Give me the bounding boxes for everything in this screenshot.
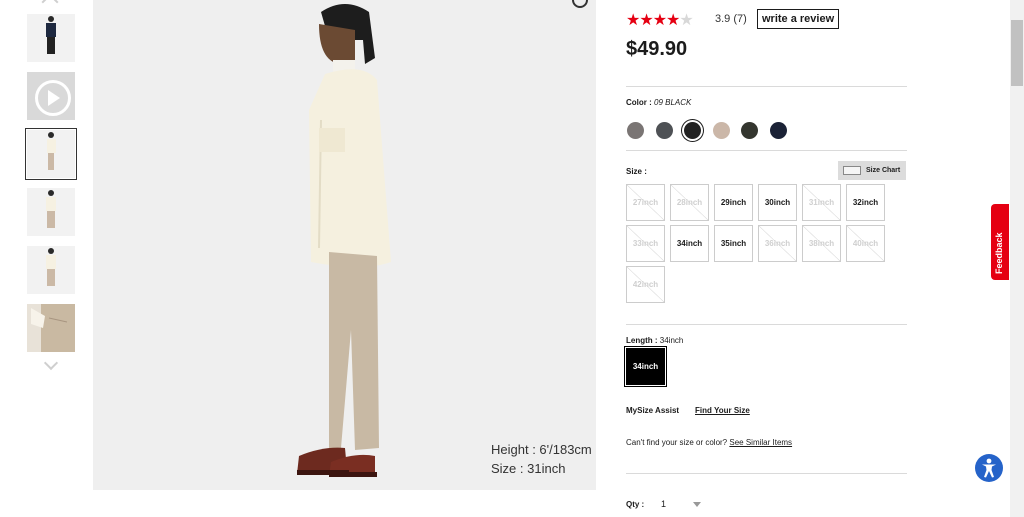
size-option[interactable]: 33inch <box>626 225 665 262</box>
rating-summary[interactable]: 3.9 (7) <box>715 13 747 25</box>
size-help-text: Can't find your size or color? <box>626 438 728 447</box>
color-swatch[interactable] <box>713 122 730 139</box>
size-label: Size : <box>626 167 647 176</box>
size-option[interactable]: 40inch <box>846 225 885 262</box>
size-option[interactable]: 42inch <box>626 266 665 303</box>
divider <box>626 150 907 151</box>
star-icon: ★ <box>652 12 667 29</box>
thumbnail-detail[interactable] <box>27 304 75 352</box>
quantity-select[interactable]: 1 <box>661 499 666 509</box>
size-chart-button[interactable]: Size Chart <box>838 161 906 180</box>
size-chart-label: Size Chart <box>866 167 901 174</box>
scrollbar-thumb[interactable] <box>1011 20 1023 86</box>
size-option[interactable]: 36inch <box>758 225 797 262</box>
page-scrollbar[interactable] <box>1010 0 1024 517</box>
divider <box>626 324 907 325</box>
thumbnail-gallery <box>0 0 92 517</box>
model-size: Size : 31inch <box>491 461 566 476</box>
mysize-label: MySize Assist <box>626 406 680 415</box>
ruler-icon <box>843 165 861 175</box>
divider <box>626 473 907 474</box>
pocket-detail-image <box>27 304 75 352</box>
rating-value: 3.9 <box>715 13 731 25</box>
size-option[interactable]: 38inch <box>802 225 841 262</box>
scroll-down-arrow-icon[interactable] <box>43 355 59 371</box>
size-option[interactable]: 32inch <box>846 184 885 221</box>
main-product-image[interactable]: Height : 6'/183cm Size : 31inch <box>93 0 596 490</box>
color-swatch[interactable] <box>627 122 644 139</box>
write-review-button[interactable]: write a review <box>757 9 840 29</box>
rating-stars: ★★★★★ <box>626 10 694 30</box>
find-your-size-link[interactable]: Find Your Size <box>695 406 750 415</box>
mysize-assist: MySize Assist Find Your Size <box>626 406 750 415</box>
model-thumbnail-image <box>47 132 56 170</box>
thumbnail-front-view[interactable] <box>27 14 75 62</box>
model-thumbnail-image <box>46 248 56 286</box>
model-photo <box>297 4 391 477</box>
selected-length: 34inch <box>659 336 684 345</box>
color-swatch[interactable] <box>741 122 758 139</box>
quantity-label: Qty : <box>626 500 645 509</box>
size-option[interactable]: 30inch <box>758 184 797 221</box>
thumbnail-video[interactable] <box>27 72 75 120</box>
see-similar-items-link[interactable]: See Similar Items <box>729 438 792 447</box>
chevron-down-icon[interactable] <box>693 502 701 507</box>
color-swatch[interactable] <box>656 122 673 139</box>
length-option-34inch[interactable]: 34inch <box>626 348 665 385</box>
length-label: Length : 34inch <box>626 336 683 345</box>
length-label-text: Length : <box>626 336 658 345</box>
size-option[interactable]: 35inch <box>714 225 753 262</box>
model-info: Height : 6'/183cm Size : 31inch <box>491 440 592 478</box>
color-swatch[interactable] <box>770 122 787 139</box>
size-help: Can't find your size or color? See Simil… <box>626 438 792 447</box>
color-swatch[interactable] <box>684 122 701 139</box>
accessibility-button[interactable] <box>975 454 1003 482</box>
star-icon: ★ <box>666 12 680 29</box>
accessibility-icon <box>982 458 996 478</box>
size-option[interactable]: 28inch <box>670 184 709 221</box>
thumbnail-front-outfit[interactable] <box>27 188 75 236</box>
feedback-label: Feedback <box>994 232 1004 274</box>
model-thumbnail-image <box>46 16 56 54</box>
color-label: Color : 09 BLACK <box>626 98 691 107</box>
selected-color: 09 BLACK <box>654 98 692 107</box>
scroll-up-arrow-icon[interactable] <box>41 0 59 11</box>
divider <box>626 86 907 87</box>
size-option[interactable]: 29inch <box>714 184 753 221</box>
feedback-tab[interactable]: Feedback <box>991 204 1009 280</box>
star-icon: ★ <box>626 12 640 29</box>
thumbnail-side-view[interactable] <box>25 128 77 180</box>
rating-count: (7) <box>733 13 747 25</box>
star-empty-icon: ★ <box>679 12 693 29</box>
color-label-text: Color : <box>626 98 652 107</box>
product-price: $49.90 <box>626 38 688 60</box>
model-height: Height : 6'/183cm <box>491 442 592 457</box>
play-icon <box>35 80 71 116</box>
size-option[interactable]: 31inch <box>802 184 841 221</box>
size-option[interactable]: 34inch <box>670 225 709 262</box>
size-option[interactable]: 27inch <box>626 184 665 221</box>
model-thumbnail-image <box>46 190 56 228</box>
thumbnail-back-view[interactable] <box>27 246 75 294</box>
star-icon: ★ <box>639 12 653 29</box>
